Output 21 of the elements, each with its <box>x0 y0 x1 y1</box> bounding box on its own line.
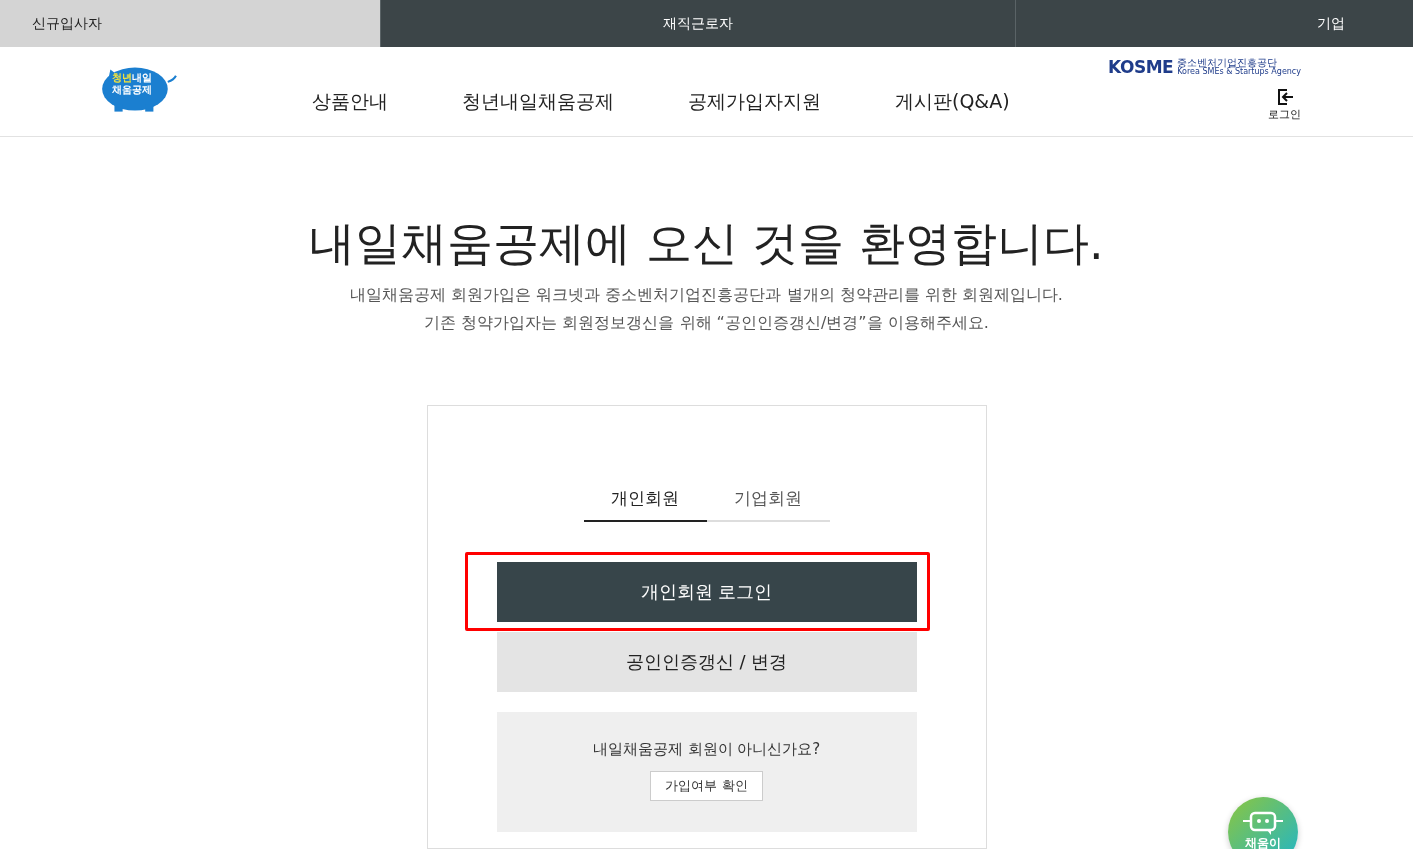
logo-text: 청년내일 채움공제 <box>112 71 152 96</box>
nav-link[interactable]: 게시판(Q&A) <box>895 88 1010 115</box>
welcome-text: 기존 청약가입자는 회원정보갱신을 위해 “공인인증갱신/변경”을 이용해주세요. <box>424 312 989 335</box>
piggy-bank-logo[interactable]: 청년내일 채움공제 <box>96 60 178 113</box>
notice-question: 내일채움공제 회원이 아니신가요? <box>592 740 821 760</box>
login-button[interactable]: 개인회원 로그인 <box>496 562 917 623</box>
member-tab[interactable]: 기업회원 <box>706 476 830 523</box>
agency-name: 중소벤처기업진흥공단 <box>1177 58 1278 69</box>
nav-link[interactable]: 공제가입자지원 <box>688 88 821 115</box>
robot-icon <box>1241 811 1285 837</box>
check-membership-button[interactable]: 가입여부 확인 <box>650 771 763 802</box>
certificate-button[interactable]: 공인인증갱신 / 변경 <box>496 632 917 693</box>
agency-name-english: Korea SMEs & Startups Agency <box>1177 68 1301 77</box>
nav-link[interactable]: 청년내일채움공제 <box>462 88 614 115</box>
login-button[interactable]: 로그인 <box>1268 87 1301 123</box>
top-tab[interactable]: 신규입사자 <box>0 0 380 47</box>
welcome-text: 내일채움공제 회원가입은 워크넷과 중소벤처기업진흥공단과 별개의 청약관리를 위한 회원제입니다. <box>350 284 1063 307</box>
welcome-title: 내일채움공제에 오신 것을 환영합니다. <box>309 215 1104 273</box>
agency-logo-mark: KOSME <box>1108 57 1174 78</box>
nav-link[interactable]: 상품안내 <box>312 88 388 115</box>
member-tab[interactable]: 개인회원 <box>583 476 707 523</box>
